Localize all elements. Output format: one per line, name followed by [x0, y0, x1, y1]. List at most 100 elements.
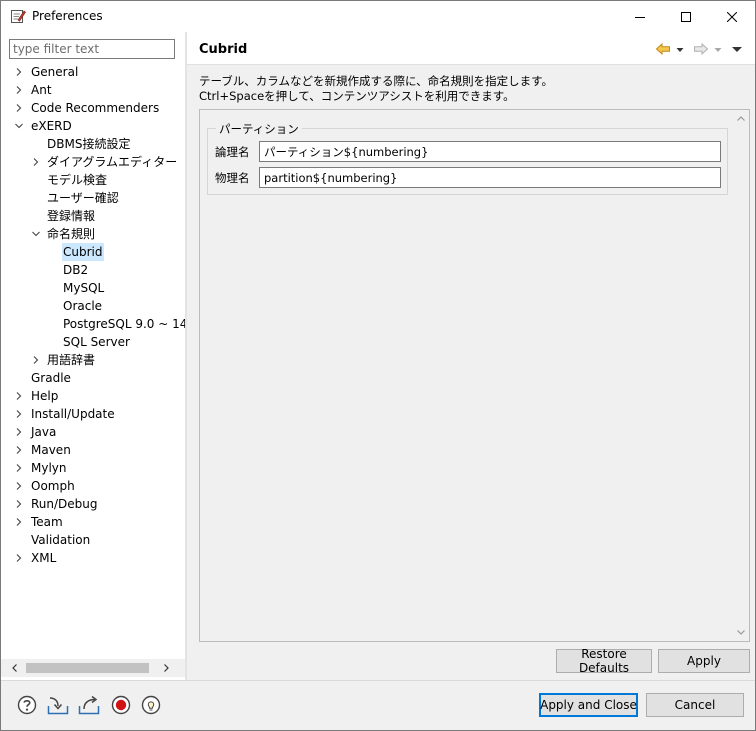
tree-item[interactable]: DB2 [1, 261, 185, 279]
tree-item-label: Maven [31, 443, 71, 457]
tree-item[interactable]: General [1, 63, 185, 81]
tree-item[interactable]: 用語辞書 [1, 351, 185, 369]
tree-item[interactable]: MySQL [1, 279, 185, 297]
scrollbar-thumb[interactable] [26, 663, 149, 673]
tree-item[interactable]: Java [1, 423, 185, 441]
page-header: Cubrid [187, 32, 755, 65]
chevron-right-icon[interactable] [31, 355, 41, 365]
record-icon[interactable] [111, 695, 131, 715]
apply-button[interactable]: Apply [658, 649, 750, 673]
tree-item-label: Oracle [63, 299, 103, 313]
tree-item[interactable]: Run/Debug [1, 495, 185, 513]
description-line-2: Ctrl+Spaceを押して、コンテンツアシストを利用できます。 [199, 89, 515, 103]
back-arrow-icon[interactable] [655, 41, 671, 57]
chevron-right-icon[interactable] [14, 67, 24, 77]
help-icon[interactable] [17, 695, 37, 715]
close-button[interactable] [709, 1, 755, 32]
tree-item-label: eXERD [31, 119, 72, 133]
page-description: テーブル、カラムなどを新規作成する際に、命名規則を指定します。 Ctrl+Spa… [199, 74, 553, 104]
tree-item-label: MySQL [63, 281, 105, 295]
chevron-right-icon[interactable] [14, 427, 24, 437]
forward-dropdown-icon[interactable] [713, 41, 723, 57]
tree-item-label: General [31, 65, 79, 79]
restore-defaults-button[interactable]: Restore Defaults [556, 647, 652, 675]
tree-item[interactable]: Oracle [1, 297, 185, 315]
scroll-down-icon[interactable] [736, 627, 746, 637]
scroll-up-icon[interactable] [736, 114, 746, 124]
tree-item-label: XML [31, 551, 57, 565]
chevron-right-icon[interactable] [14, 85, 24, 95]
preferences-window: Preferences General Ant Code Recommenders e… [0, 0, 756, 731]
group-title: パーティション [216, 121, 302, 137]
tree-item-label: ユーザー確認 [47, 191, 119, 205]
tip-icon[interactable] [141, 695, 161, 715]
tree-item[interactable]: Ant [1, 81, 185, 99]
tree-item[interactable]: Validation [1, 531, 185, 549]
page-title: Cubrid [199, 42, 248, 57]
tree-item[interactable]: Cubrid [1, 243, 185, 261]
view-menu-icon[interactable] [731, 41, 743, 57]
chevron-down-icon[interactable] [31, 229, 41, 239]
back-dropdown-icon[interactable] [675, 41, 685, 57]
tree-item[interactable]: Install/Update [1, 405, 185, 423]
tree-item-label: 用語辞書 [47, 353, 96, 367]
chevron-right-icon[interactable] [14, 499, 24, 509]
tree-item[interactable]: XML [1, 549, 185, 567]
tree-item[interactable]: Gradle [1, 369, 185, 387]
logical-name-input[interactable] [259, 141, 721, 162]
preference-tree-panel: General Ant Code Recommenders eXERD DBMS接続設定… [1, 32, 188, 680]
physical-name-input[interactable] [259, 167, 721, 188]
tree-item[interactable]: ダイアグラムエディター [1, 153, 185, 171]
scroll-left-icon[interactable] [10, 663, 20, 673]
tree-item-label: DB2 [63, 263, 89, 277]
tree-item[interactable]: モデル検査 [1, 171, 185, 189]
tree-item[interactable]: Help [1, 387, 185, 405]
tree-item[interactable]: 命名規則 [1, 225, 185, 243]
maximize-button[interactable] [663, 1, 709, 32]
chevron-right-icon[interactable] [14, 481, 24, 491]
preference-page: Cubrid テーブル、カラムなどを新規作成する際に、命名規則を指定します。 C… [187, 32, 755, 680]
chevron-right-icon[interactable] [14, 409, 24, 419]
tree-item[interactable]: PostgreSQL 9.0 ~ 14 [1, 315, 188, 333]
tree-horizontal-scrollbar[interactable] [1, 659, 185, 677]
tree-item[interactable]: Team [1, 513, 185, 531]
tree-item[interactable]: ユーザー確認 [1, 189, 185, 207]
apply-and-close-button[interactable]: Apply and Close [539, 693, 638, 717]
window-title: Preferences [32, 9, 103, 23]
tree-item[interactable]: Maven [1, 441, 185, 459]
tree-item-label: Install/Update [31, 407, 115, 421]
chevron-right-icon[interactable] [14, 391, 24, 401]
filter-input[interactable] [9, 39, 175, 59]
tree-item-label: SQL Server [63, 335, 130, 349]
chevron-right-icon[interactable] [14, 463, 24, 473]
cancel-button[interactable]: Cancel [646, 693, 744, 717]
tree-item[interactable]: 登録情報 [1, 207, 185, 225]
tree-item[interactable]: Mylyn [1, 459, 185, 477]
forward-arrow-icon[interactable] [693, 41, 709, 57]
settings-content-area: パーティション 論理名 物理名 [199, 109, 750, 642]
tree-item[interactable]: DBMS接続設定 [1, 135, 185, 153]
chevron-right-icon[interactable] [14, 553, 24, 563]
export-icon[interactable] [78, 695, 100, 715]
chevron-down-icon[interactable] [14, 121, 24, 131]
tree-item[interactable]: Oomph [1, 477, 185, 495]
tree-item-label: モデル検査 [47, 173, 108, 187]
tree-item-label: Team [31, 515, 63, 529]
tree-item-label: Oomph [31, 479, 75, 493]
maximize-icon [681, 11, 691, 22]
import-icon[interactable] [47, 695, 69, 715]
chevron-right-icon[interactable] [31, 157, 41, 167]
chevron-right-icon[interactable] [14, 103, 24, 113]
tree-item-label: Java [31, 425, 57, 439]
tree-item[interactable]: eXERD [1, 117, 185, 135]
chevron-right-icon[interactable] [14, 445, 24, 455]
tree-item-label: Run/Debug [31, 497, 98, 511]
physical-name-label: 物理名 [215, 171, 250, 185]
scroll-right-icon[interactable] [161, 663, 171, 673]
tree-item[interactable]: Code Recommenders [1, 99, 185, 117]
tree-item-label: PostgreSQL 9.0 ~ 14 [63, 317, 188, 331]
chevron-right-icon[interactable] [14, 517, 24, 527]
minimize-button[interactable] [617, 1, 663, 32]
tree-item-label: 登録情報 [47, 209, 96, 223]
tree-item[interactable]: SQL Server [1, 333, 185, 351]
